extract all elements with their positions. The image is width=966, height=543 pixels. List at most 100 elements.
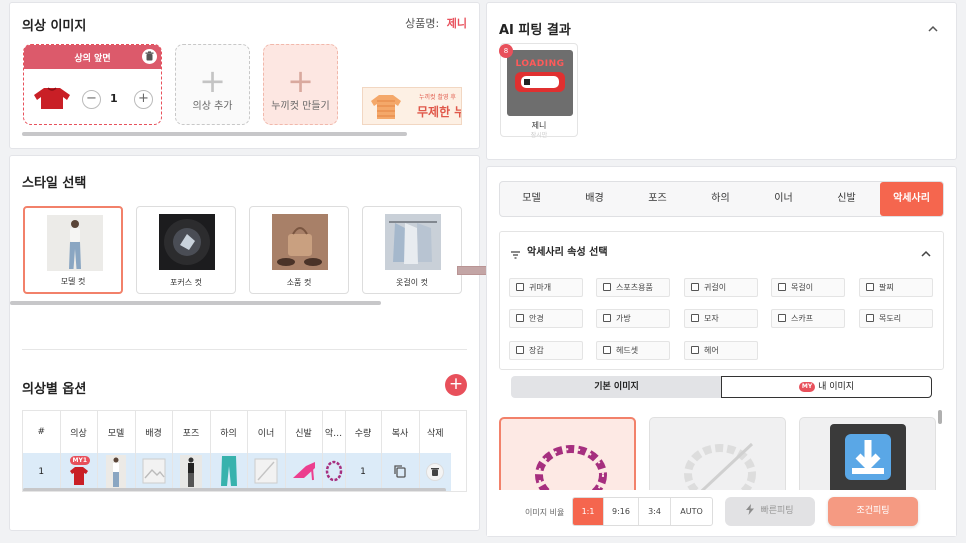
necklace-disabled-image <box>680 434 760 495</box>
clothing-card-top-front[interactable]: 상의 앞면 − 1 + <box>23 44 162 125</box>
style-card-focus[interactable]: 포커스 컷 <box>136 206 236 294</box>
product-name: 제니 <box>446 17 467 30</box>
purple-necklace-image <box>531 435 611 495</box>
chevron-up-icon[interactable] <box>921 244 931 263</box>
add-option-button[interactable]: + <box>445 374 467 396</box>
checkbox-muffler[interactable]: 목도리 <box>859 309 933 328</box>
section-divider <box>22 349 467 350</box>
my-badge: MY1 <box>69 456 90 465</box>
make-nukki-label: 누끼컷 만들기 <box>271 101 330 112</box>
tab-pose[interactable]: 포즈 <box>626 182 689 216</box>
image-placeholder-icon <box>254 458 278 487</box>
product-label: 상품명: <box>405 17 440 30</box>
style-card-model[interactable]: 모델 컷 <box>23 206 123 294</box>
checkbox-scarf[interactable]: 스카프 <box>771 309 845 328</box>
nukki-promo-banner[interactable]: 누끼컷 촬영 후 무제한 누 <box>362 87 462 125</box>
tab-shoes[interactable]: 신발 <box>815 182 878 216</box>
ratio-9-16[interactable]: 9:16 <box>604 498 639 525</box>
trash-icon[interactable] <box>142 49 157 64</box>
download-icon[interactable] <box>830 424 906 494</box>
props-shot-image <box>272 214 328 270</box>
row-delete-cell[interactable] <box>419 453 451 491</box>
column-header: 악… <box>322 411 346 453</box>
style-card-label: 옷걸이 컷 <box>396 278 428 287</box>
checkbox-square <box>516 314 524 322</box>
checkbox-sports[interactable]: 스포츠용품 <box>596 278 670 297</box>
tab-accessory[interactable]: 악세사리 <box>880 182 943 216</box>
checkbox-square <box>516 283 524 291</box>
tab-inner[interactable]: 이너 <box>752 182 815 216</box>
column-header: 삭제 <box>419 411 451 453</box>
row-bottom-cell[interactable] <box>210 453 248 491</box>
checkbox-label: 스카프 <box>791 314 814 323</box>
lightning-icon <box>746 499 755 528</box>
column-header: 하의 <box>210 411 248 453</box>
clothing-horizontal-scrollbar[interactable] <box>22 132 407 136</box>
ratio-auto[interactable]: AUTO <box>671 498 712 525</box>
style-card-label: 소품 컷 <box>286 278 312 287</box>
plus-icon: + <box>287 62 314 100</box>
checkbox-necklace[interactable]: 목걸이 <box>771 278 845 297</box>
row-clothing-cell[interactable]: MY1 <box>60 453 98 491</box>
row-quantity[interactable]: 1 <box>345 453 382 491</box>
make-nukki-button[interactable]: + 누끼컷 만들기 <box>263 44 338 125</box>
red-sweater-thumbnail <box>68 465 90 490</box>
style-card-props[interactable]: 소품 컷 <box>249 206 349 294</box>
checkbox-gloves[interactable]: 장갑 <box>509 341 583 360</box>
heels-thumbnail <box>290 458 318 487</box>
tab-bottom[interactable]: 하의 <box>689 182 752 216</box>
checkbox-glasses[interactable]: 안경 <box>509 309 583 328</box>
row-background-cell[interactable] <box>135 453 173 491</box>
ratio-1-1[interactable]: 1:1 <box>573 498 604 525</box>
condition-fitting-button[interactable]: 조건피팅 <box>828 497 918 526</box>
column-header: 의상 <box>60 411 98 453</box>
checkbox-earmuff[interactable]: 귀마개 <box>509 278 583 297</box>
clothing-card-title: 상의 앞면 <box>74 54 111 64</box>
quick-fitting-button[interactable]: 빠른피팅 <box>725 497 815 526</box>
row-shoes-cell[interactable] <box>285 453 323 491</box>
quantity-decrease-button[interactable]: − <box>82 90 101 109</box>
table-horizontal-scrollbar[interactable] <box>23 488 446 491</box>
loading-text: LOADING <box>515 59 565 69</box>
style-card-hanger[interactable]: 옷걸이 컷 <box>362 206 462 294</box>
checkbox-headset[interactable]: 헤드셋 <box>596 341 670 360</box>
add-clothing-button[interactable]: + 의상 추가 <box>175 44 250 125</box>
default-image-toggle[interactable]: 기본 이미지 <box>511 376 722 398</box>
row-model-cell[interactable] <box>97 453 136 491</box>
ai-fitting-result-panel: AI 피팅 결과 LOADING 8 제니 잠시만 <box>486 2 957 160</box>
checkbox-hair[interactable]: 헤어 <box>684 341 758 360</box>
tab-model[interactable]: 모델 <box>500 182 563 216</box>
accessory-option-none[interactable] <box>649 417 786 495</box>
grid-vertical-scrollbar[interactable] <box>938 410 942 424</box>
row-pose-cell[interactable] <box>172 453 211 491</box>
result-sub: 잠시만 <box>530 132 548 139</box>
style-horizontal-scrollbar[interactable] <box>10 301 381 305</box>
copy-icon[interactable] <box>393 464 407 481</box>
quantity-increase-button[interactable]: + <box>134 90 153 109</box>
accessory-title: 악세사리 속성 선택 <box>527 247 608 258</box>
ratio-3-4[interactable]: 3:4 <box>639 498 671 525</box>
checkbox-earring[interactable]: 귀걸이 <box>684 278 758 297</box>
accessory-option-download[interactable] <box>799 417 936 495</box>
style-panel-title: 스타일 선택 <box>22 176 87 191</box>
tab-background[interactable]: 배경 <box>563 182 626 216</box>
column-header: # <box>23 411 61 453</box>
checkbox-hat[interactable]: 모자 <box>684 309 758 328</box>
focus-shot-image <box>159 214 215 270</box>
accessory-option-necklace[interactable] <box>499 417 636 495</box>
clothing-card-header: 상의 앞면 <box>24 45 161 69</box>
checkbox-bag[interactable]: 가방 <box>596 309 670 328</box>
row-copy-cell[interactable] <box>381 453 420 491</box>
result-card[interactable]: LOADING 8 제니 잠시만 <box>499 43 578 139</box>
checkbox-label: 헤드셋 <box>616 346 639 355</box>
options-title: 의상별 옵션 <box>22 382 87 397</box>
row-inner-cell[interactable] <box>247 453 286 491</box>
row-accessory-cell[interactable] <box>322 453 346 491</box>
checkbox-bracelet[interactable]: 팔찌 <box>859 278 933 297</box>
chevron-up-icon[interactable] <box>928 19 938 38</box>
trash-icon[interactable] <box>426 463 445 481</box>
quantity-value[interactable]: 1 <box>110 92 118 105</box>
table-row[interactable]: 1 MY1 1 <box>23 453 451 491</box>
checkbox-square <box>866 283 874 291</box>
my-image-toggle[interactable]: MY 내 이미지 <box>721 376 932 398</box>
